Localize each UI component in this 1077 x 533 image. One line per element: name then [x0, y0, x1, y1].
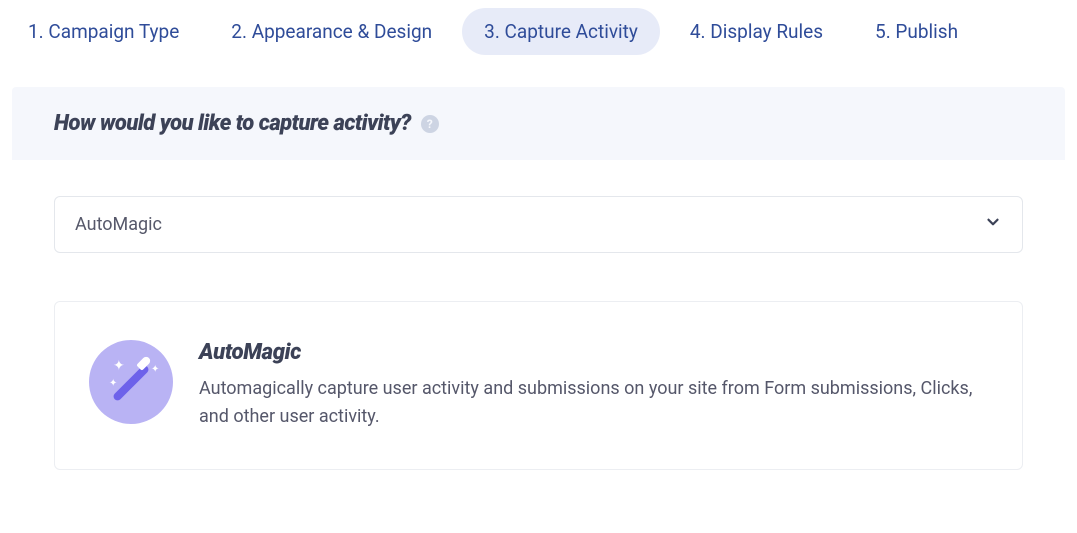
card-description: Automagically capture user activity and …	[199, 375, 988, 431]
card-title: AutoMagic	[199, 340, 988, 365]
section-title: How would you like to capture activity?	[54, 111, 411, 136]
automagic-info-card: ✦ ✦ ✦ AutoMagic Automagically capture us…	[54, 301, 1023, 470]
tab-display-rules[interactable]: 4. Display Rules	[668, 8, 845, 55]
select-value: AutoMagic	[75, 214, 162, 235]
wizard-tabs: 1. Campaign Type 2. Appearance & Design …	[0, 0, 1077, 63]
help-icon[interactable]: ?	[421, 115, 439, 133]
tab-campaign-type[interactable]: 1. Campaign Type	[6, 8, 201, 55]
content-area: AutoMagic ✦ ✦ ✦ AutoMagic Automagically …	[12, 160, 1065, 470]
section-header: How would you like to capture activity? …	[12, 87, 1065, 160]
card-content: AutoMagic Automagically capture user act…	[199, 340, 988, 431]
tab-appearance-design[interactable]: 2. Appearance & Design	[209, 8, 454, 55]
chevron-down-icon	[984, 213, 1002, 236]
tab-capture-activity[interactable]: 3. Capture Activity	[462, 8, 660, 55]
capture-method-select[interactable]: AutoMagic	[54, 196, 1023, 253]
tab-publish[interactable]: 5. Publish	[853, 8, 980, 55]
wand-icon: ✦ ✦ ✦	[89, 340, 173, 424]
